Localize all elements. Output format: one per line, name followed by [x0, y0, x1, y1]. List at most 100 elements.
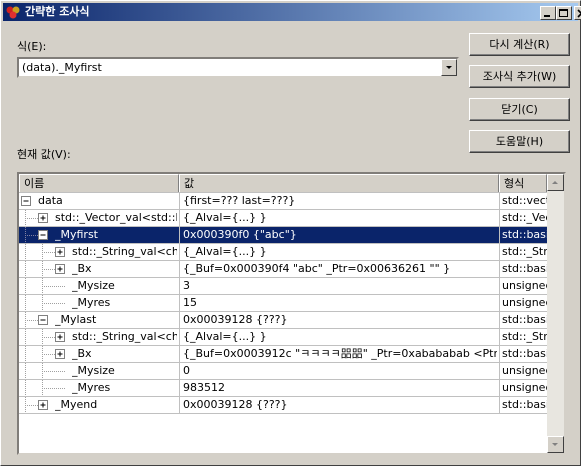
grid-line [19, 396, 547, 397]
minimize-button[interactable] [540, 6, 556, 20]
vertical-scrollbar[interactable] [547, 174, 564, 453]
column-divider [179, 193, 180, 414]
row-type: std::vect [502, 194, 547, 207]
tree-row[interactable]: _Myres 15 unsignec [19, 295, 547, 312]
scroll-down-button[interactable] [547, 436, 564, 453]
scroll-up-icon [552, 181, 558, 184]
grid-line [19, 413, 547, 414]
expression-label: 식(E): [17, 40, 47, 53]
grid-line [19, 379, 547, 380]
expand-icon[interactable] [38, 213, 49, 224]
row-name: _Bx [72, 262, 92, 275]
tree-row[interactable]: _Bx {_Buf=0x0003912c "ㅋㅋㅋㅋ㗊㗊" _Ptr=0xabab… [19, 346, 547, 363]
collapse-icon[interactable] [38, 230, 49, 241]
tree-row[interactable]: std::_String_val<ch {_Alval={...} } std::_… [19, 329, 547, 346]
close-icon [577, 9, 581, 18]
expand-icon[interactable] [38, 400, 49, 411]
grid-line [19, 294, 547, 295]
grid-line [19, 311, 547, 312]
tree-row[interactable]: _Myend 0x00039128 {???} std::basi [19, 397, 547, 414]
row-name: _Bx [72, 347, 92, 360]
row-name: std::_String_val<ch [72, 245, 177, 258]
grid-line [19, 328, 547, 329]
column-header-type[interactable]: 형식 [499, 174, 547, 193]
row-type: unsignec [502, 364, 547, 377]
tree-row[interactable]: _Mysize 0 unsignec [19, 363, 547, 380]
column-header-name[interactable]: 이름 [19, 174, 179, 193]
close-window-button[interactable] [574, 6, 581, 20]
tree-row[interactable]: _Bx {_Buf=0x000390f4 "abc" _Ptr=0x0063626… [19, 261, 547, 278]
row-name: std::_String_val<ch [72, 330, 177, 343]
tree-row[interactable]: std::_String_val<ch {_Alval={...} } std::_… [19, 244, 547, 261]
maximize-button[interactable] [556, 6, 572, 20]
expression-dropdown-button[interactable] [441, 59, 457, 76]
row-value: 3 [183, 279, 190, 292]
row-type: unsignec [502, 296, 547, 309]
row-value: 15 [183, 296, 197, 309]
expand-icon[interactable] [55, 247, 66, 258]
row-name: std::_Vector_val<std::b [55, 211, 177, 224]
recalculate-button[interactable]: 다시 계산(R) [469, 33, 570, 56]
row-type: std::_Stri [502, 245, 547, 258]
row-value: 983512 [183, 381, 225, 394]
row-type: std::_Stri [502, 330, 547, 343]
row-name: data [38, 194, 63, 207]
app-icon [6, 6, 20, 19]
title-bar[interactable]: 간략한 조사식 [3, 3, 581, 21]
row-type: std::basi [502, 313, 547, 326]
tree-row[interactable]: _Mylast 0x00039128 {???} std::basi [19, 312, 547, 329]
window-title: 간략한 조사식 [25, 5, 90, 18]
row-name: _Mysize [72, 279, 115, 292]
grid-line [19, 260, 547, 261]
tree-row[interactable]: _Myres 983512 unsignec [19, 380, 547, 397]
row-name: _Myres [72, 296, 111, 309]
row-value: {_Alval={...} } [183, 245, 267, 258]
row-value: 0x000390f0 {"abc"} [183, 228, 297, 241]
close-button[interactable]: 닫기(C) [469, 98, 570, 121]
row-type: std::basi [502, 398, 547, 411]
tree-row[interactable]: _Mysize 3 unsignec [19, 278, 547, 295]
grid-line [19, 243, 547, 244]
tree-row[interactable]: _Myfirst 0x000390f0 {"abc"} std::basi [19, 227, 547, 244]
row-type: std::basi [502, 262, 547, 275]
grid-line [19, 362, 547, 363]
add-watch-button[interactable]: 조사식 추가(W) [469, 65, 570, 88]
row-value: 0x00039128 {???} [183, 398, 288, 411]
grid-line [19, 226, 547, 227]
column-header-value[interactable]: 값 [179, 174, 499, 193]
expression-combobox[interactable]: (data)._Myfirst [17, 57, 459, 78]
tree-row[interactable]: std::_Vector_val<std::b {_Alval={...} } st… [19, 210, 547, 227]
expand-icon[interactable] [55, 332, 66, 343]
scroll-up-button[interactable] [547, 174, 564, 191]
grid-line [19, 192, 547, 193]
row-type: unsignec [502, 279, 547, 292]
collapse-icon[interactable] [21, 196, 32, 207]
grid-line [19, 345, 547, 346]
row-name: _Mylast [55, 313, 97, 326]
column-divider [499, 193, 500, 414]
row-value: {_Alval={...} } [183, 211, 267, 224]
expression-input[interactable]: (data)._Myfirst [22, 61, 102, 74]
tree-row[interactable]: data {first=??? last=???} std::vect [19, 193, 547, 210]
row-name: _Mysize [72, 364, 115, 377]
grid-line [19, 277, 547, 278]
expand-icon[interactable] [55, 349, 66, 360]
watch-grid: 이름 값 형식 data {first=??? last=???} std::vec… [17, 172, 566, 455]
expand-icon[interactable] [55, 264, 66, 275]
maximize-icon [559, 9, 568, 17]
row-value: {_Buf=0x000390f4 "abc" _Ptr=0x00636261 "… [183, 262, 451, 275]
chevron-down-icon [446, 66, 452, 69]
row-value: 0 [183, 364, 190, 377]
minimize-icon [544, 15, 550, 17]
row-value: {first=??? last=???} [183, 194, 296, 207]
row-name: _Myend [55, 398, 98, 411]
row-type: unsignec [502, 381, 547, 394]
row-value: 0x00039128 {???} [183, 313, 288, 326]
row-value: {_Buf=0x0003912c "ㅋㅋㅋㅋ㗊㗊" _Ptr=0xabababa… [183, 347, 497, 360]
collapse-icon[interactable] [38, 315, 49, 326]
grid-line [19, 209, 547, 210]
help-button[interactable]: 도움말(H) [469, 130, 570, 153]
quickwatch-window: 간략한 조사식 식(E): (data)._Myfirst 다시 계산(R) 조… [0, 0, 581, 466]
current-value-label: 현재 값(V): [17, 148, 71, 161]
row-type: std::_Vec [502, 211, 547, 224]
